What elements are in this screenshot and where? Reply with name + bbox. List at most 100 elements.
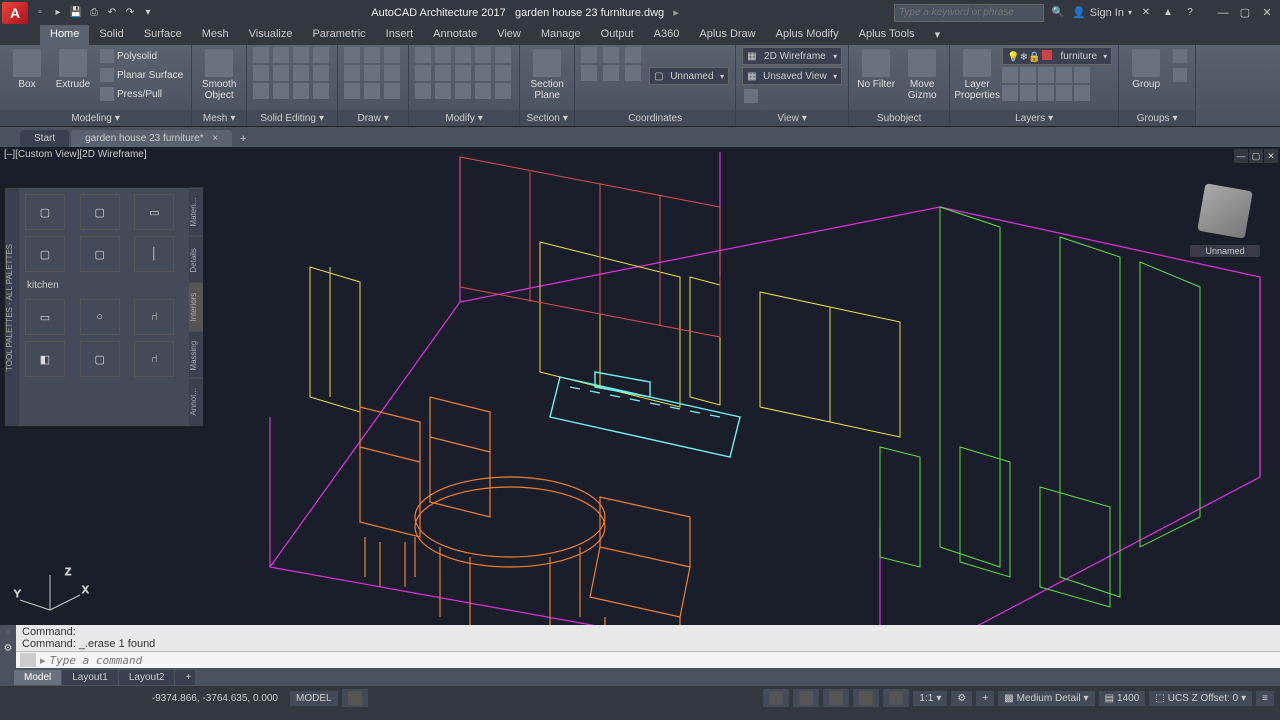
ortho-toggle[interactable] (793, 689, 819, 707)
ucs-named-dropdown[interactable]: ▢Unnamed▾ (649, 67, 729, 85)
taper-face-icon[interactable] (313, 83, 329, 99)
palette-item[interactable]: ▢ (80, 341, 120, 377)
tab-a360[interactable]: A360 (644, 25, 690, 45)
palette-item[interactable]: ▢ (25, 194, 65, 230)
search-icon[interactable]: 🔍 (1050, 5, 1066, 21)
section-plane-button[interactable]: Section Plane (526, 47, 568, 103)
view-cube[interactable]: Unnamed (1190, 177, 1260, 257)
elevation[interactable]: ▤ 1400 (1099, 691, 1146, 706)
fillet-edge-icon[interactable] (293, 83, 309, 99)
panel-label-coords[interactable]: Coordinates (575, 110, 735, 126)
tab-insert[interactable]: Insert (376, 25, 424, 45)
palette-tab[interactable]: Annot... (189, 378, 203, 426)
slice-icon[interactable] (253, 65, 269, 81)
sign-in[interactable]: 👤Sign In▾ (1072, 6, 1132, 19)
panel-label-mesh[interactable]: Mesh▾ (192, 110, 246, 126)
layout-tab-1[interactable]: Layout1 (62, 670, 118, 685)
tab-manage[interactable]: Manage (531, 25, 591, 45)
open-icon[interactable]: ▸ (50, 5, 66, 21)
panel-label-draw[interactable]: Draw▾ (338, 110, 408, 126)
tab-start[interactable]: Start (20, 130, 69, 147)
exchange-icon[interactable]: ✕ (1138, 5, 1154, 21)
box-button[interactable]: Box (6, 47, 48, 92)
join-icon[interactable] (495, 83, 511, 99)
tab-surface[interactable]: Surface (134, 25, 192, 45)
interfere-icon[interactable] (313, 47, 329, 63)
ucs-prev-icon[interactable] (625, 47, 641, 63)
ucs-icon-btn[interactable] (581, 47, 597, 63)
palette-item[interactable]: ◧ (25, 341, 65, 377)
mirror-icon[interactable] (415, 65, 431, 81)
keyword-search[interactable] (894, 4, 1044, 22)
saved-view-dropdown[interactable]: ▦Unsaved View▾ (742, 67, 842, 85)
view-more[interactable] (742, 87, 842, 105)
layer-properties-button[interactable]: Layer Properties (956, 47, 998, 103)
snap-toggle[interactable] (763, 689, 789, 707)
ucs-x-icon[interactable] (581, 65, 597, 81)
spline-icon[interactable] (364, 83, 380, 99)
ucs-offset[interactable]: ⬚ UCS Z Offset: 0 ▾ (1149, 691, 1252, 706)
thicken-icon[interactable] (273, 65, 289, 81)
group-button[interactable]: Group (1125, 47, 1167, 92)
polysolid-button[interactable]: Polysolid (98, 47, 185, 65)
cmd-close-icon[interactable]: × (1, 627, 15, 639)
iso-toggle[interactable] (883, 689, 909, 707)
no-filter-button[interactable]: No Filter (855, 47, 897, 92)
palette-item[interactable]: ○ (80, 299, 120, 335)
arc-icon[interactable] (344, 65, 360, 81)
grid-toggle[interactable] (342, 689, 368, 707)
fillet-icon[interactable] (435, 65, 451, 81)
palette-item[interactable]: ▢ (80, 236, 120, 272)
new-icon[interactable]: ▫ (32, 5, 48, 21)
union-icon[interactable] (253, 47, 269, 63)
cmd-options-icon[interactable]: ⚙ (4, 643, 13, 654)
cube-icon[interactable] (1197, 183, 1253, 239)
planar-surface-button[interactable]: Planar Surface (98, 66, 185, 84)
app-store-icon[interactable]: ▲ (1160, 5, 1176, 21)
tab-parametric[interactable]: Parametric (302, 25, 375, 45)
move-icon[interactable] (415, 47, 431, 63)
panel-label-modify[interactable]: Modify▾ (409, 110, 519, 126)
polar-toggle[interactable] (823, 689, 849, 707)
palette-tab[interactable]: Interiors (189, 283, 203, 331)
tab-aplus-modify[interactable]: Aplus Modify (766, 25, 849, 45)
stretch-icon[interactable] (475, 65, 491, 81)
tab-home[interactable]: Home (40, 25, 89, 45)
layout-tab-2[interactable]: Layout2 (119, 670, 175, 685)
scale-icon[interactable] (495, 65, 511, 81)
palette-tab[interactable]: Massing (189, 331, 203, 379)
viewcube-label[interactable]: Unnamed (1190, 245, 1260, 257)
polyline-icon[interactable] (364, 47, 380, 63)
detail-level[interactable]: ▩ Medium Detail ▾ (998, 691, 1094, 706)
subtract-icon[interactable] (273, 47, 289, 63)
align-icon[interactable] (455, 83, 471, 99)
customize-status[interactable]: ≡ (1256, 691, 1274, 706)
ucs-y-icon[interactable] (603, 65, 619, 81)
line-icon[interactable] (344, 47, 360, 63)
tab-aplus-draw[interactable]: Aplus Draw (689, 25, 765, 45)
tab-solid[interactable]: Solid (89, 25, 133, 45)
trim-icon[interactable] (455, 47, 471, 63)
maximize-button[interactable]: ▢ (1234, 4, 1256, 22)
palette-item[interactable]: ▭ (134, 194, 174, 230)
palette-item[interactable]: ⑁ (134, 299, 174, 335)
palette-item[interactable]: │ (134, 236, 174, 272)
app-logo[interactable]: A (2, 2, 28, 24)
layer-unlock-icon[interactable] (1038, 85, 1054, 101)
command-input[interactable] (50, 654, 1276, 667)
close-button[interactable]: ✕ (1256, 4, 1278, 22)
osnap-toggle[interactable] (853, 689, 879, 707)
command-line[interactable]: ▸ (16, 652, 1280, 668)
tab-close-icon[interactable]: × (212, 133, 218, 144)
tab-visualize[interactable]: Visualize (239, 25, 303, 45)
ribbon-overflow-icon[interactable]: ▾ (925, 25, 951, 45)
panel-label-view[interactable]: View▾ (736, 110, 848, 126)
layer-freeze-icon[interactable] (1020, 67, 1036, 83)
layer-uniso-icon[interactable] (1074, 85, 1090, 101)
model-space-toggle[interactable]: MODEL (290, 691, 338, 706)
tab-aplus-tools[interactable]: Aplus Tools (849, 25, 925, 45)
break-icon[interactable] (475, 83, 491, 99)
shell-icon[interactable] (253, 83, 269, 99)
imprint-icon[interactable] (293, 65, 309, 81)
qat-more-icon[interactable]: ▾ (140, 5, 156, 21)
